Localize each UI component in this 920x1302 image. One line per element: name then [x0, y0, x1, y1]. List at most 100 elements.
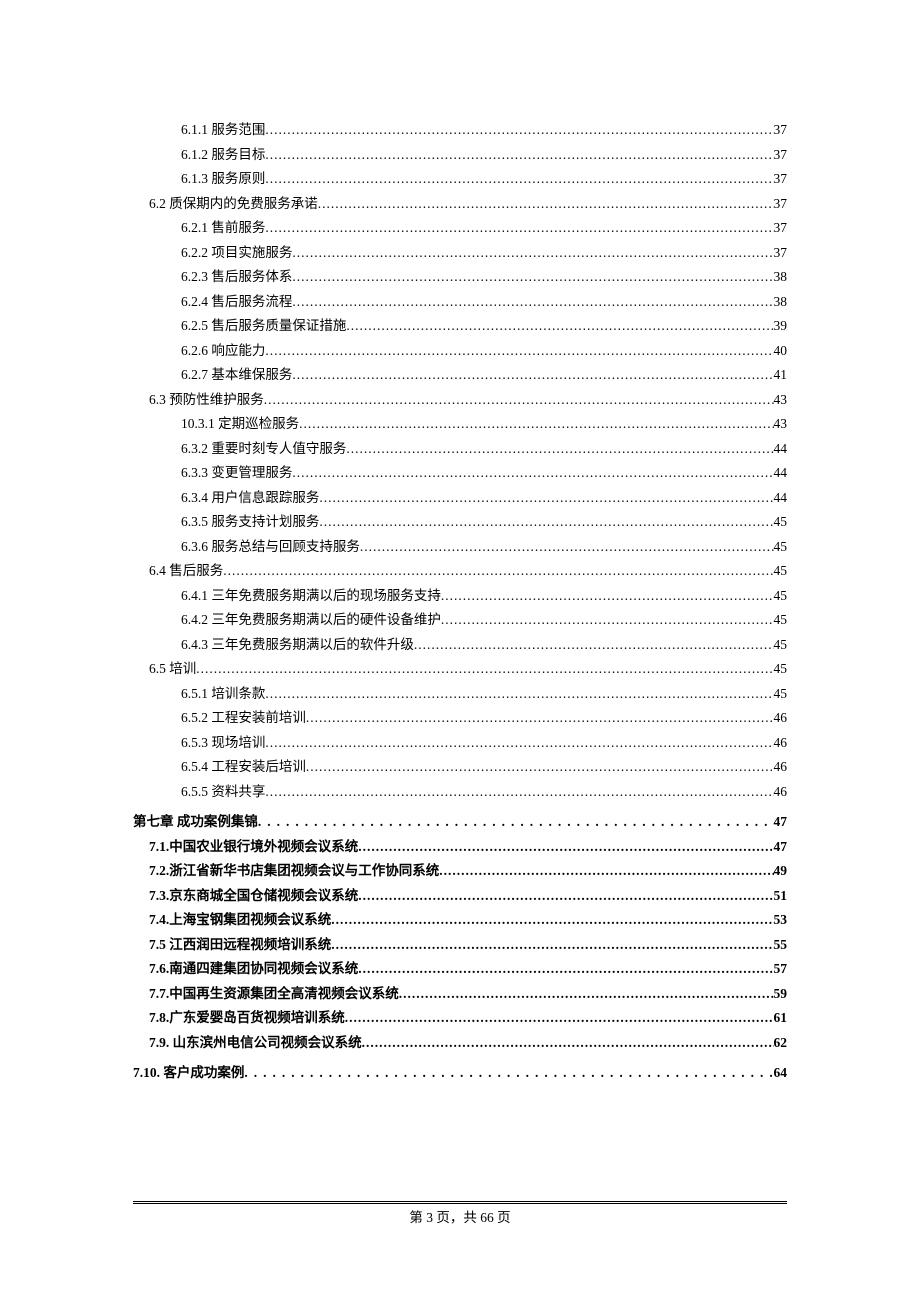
toc-label: 6.3.6 服务总结与回顾支持服务	[181, 535, 360, 560]
toc-page-number: 44	[774, 437, 788, 462]
toc-entry[interactable]: 7.6.南通四建集团协同视频会议系统 .....................…	[133, 957, 787, 982]
toc-label: 6.1.2 服务目标	[181, 143, 265, 168]
toc-page-number: 46	[774, 755, 788, 780]
toc-page-number: 47	[774, 835, 788, 860]
toc-entry[interactable]: 6.2.5 售后服务质量保证措施 .......................…	[133, 314, 787, 339]
toc-entry[interactable]: 6.2 质保期内的免费服务承诺 ........................…	[133, 192, 787, 217]
toc-page-number: 53	[774, 908, 788, 933]
toc-page-number: 41	[774, 363, 788, 388]
toc-entry[interactable]: 6.3.6 服务总结与回顾支持服务 ......................…	[133, 535, 787, 560]
toc-label: 6.4.2 三年免费服务期满以后的硬件设备维护	[181, 608, 441, 633]
toc-page-number: 57	[774, 957, 788, 982]
toc-leader-dots: ........................................…	[292, 290, 773, 315]
toc-entry[interactable]: 7.3.京东商城全国仓储视频会议系统 .....................…	[133, 884, 787, 909]
toc-entry[interactable]: 7.9. 山东滨州电信公司视频会议系统 ....................…	[133, 1031, 787, 1056]
toc-page-number: 64	[774, 1061, 788, 1086]
toc-label: 6.1.1 服务范围	[181, 118, 265, 143]
toc-leader-dots: ........................................…	[331, 908, 773, 933]
toc-label: 6.5.5 资料共享	[181, 780, 265, 805]
toc-entry[interactable]: 6.1.2 服务目标 .............................…	[133, 143, 787, 168]
toc-entry[interactable]: 6.4 售后服务 ...............................…	[133, 559, 787, 584]
toc-leader-dots: ........................................…	[399, 982, 774, 1007]
toc-entry[interactable]: 第七章 成功案例集锦 .............................…	[133, 810, 787, 835]
toc-entry[interactable]: 7.1.中国农业银行境外视频会议系统 .....................…	[133, 835, 787, 860]
toc-entry[interactable]: 6.5.3 现场培训 .............................…	[133, 731, 787, 756]
toc-label: 7.5 江西润田远程视频培训系统	[149, 933, 331, 958]
toc-entry[interactable]: 6.5.4 工程安装后培训 ..........................…	[133, 755, 787, 780]
toc-page-number: 55	[774, 933, 788, 958]
toc-entry[interactable]: 6.4.3 三年免费服务期满以后的软件升级 ..................…	[133, 633, 787, 658]
toc-leader-dots: ........................................…	[345, 1006, 774, 1031]
toc-entry[interactable]: 7.7.中国再生资源集团全高清视频会议系统 ..................…	[133, 982, 787, 1007]
toc-leader-dots: ........................................…	[265, 216, 773, 241]
toc-entry[interactable]: 6.5.2 工程安装前培训 ..........................…	[133, 706, 787, 731]
toc-page-number: 46	[774, 731, 788, 756]
toc-entry[interactable]: 6.5.5 资料共享 .............................…	[133, 780, 787, 805]
toc-page-number: 46	[774, 706, 788, 731]
toc-page-number: 49	[774, 859, 788, 884]
toc-page: 6.1.1 服务范围 .............................…	[0, 0, 920, 1086]
toc-leader-dots: ........................................…	[265, 682, 773, 707]
toc-entry[interactable]: 6.4.2 三年免费服务期满以后的硬件设备维护 ................…	[133, 608, 787, 633]
toc-leader-dots: ........................................…	[318, 192, 774, 217]
toc-leader-dots: ........................................…	[358, 884, 773, 909]
toc-leader-dots: ........................................…	[265, 731, 773, 756]
toc-entry[interactable]: 7.10. 客户成功案例 ...........................…	[133, 1061, 787, 1086]
toc-page-number: 46	[774, 780, 788, 805]
toc-leader-dots: ........................................…	[265, 339, 773, 364]
toc-entry[interactable]: 6.2.4 售后服务流程 ...........................…	[133, 290, 787, 315]
toc-leader-dots: ........................................…	[331, 933, 773, 958]
toc-entry[interactable]: 10.3.1 定期巡检服务 ..........................…	[133, 412, 787, 437]
toc-label: 6.2.2 项目实施服务	[181, 241, 292, 266]
toc-label: 6.3.4 用户信息跟踪服务	[181, 486, 319, 511]
toc-page-number: 45	[774, 657, 788, 682]
toc-leader-dots: ........................................…	[265, 780, 773, 805]
toc-leader-dots: ........................................…	[265, 167, 773, 192]
toc-page-number: 37	[774, 143, 788, 168]
toc-entry[interactable]: 6.3.5 服务支持计划服务 .........................…	[133, 510, 787, 535]
toc-leader-dots: ........................................…	[265, 118, 773, 143]
toc-leader-dots: ........................................…	[414, 633, 774, 658]
toc-label: 6.2.7 基本维保服务	[181, 363, 292, 388]
toc-label: 6.3.5 服务支持计划服务	[181, 510, 319, 535]
toc-page-number: 45	[774, 608, 788, 633]
toc-entry[interactable]: 6.2.6 响应能力 .............................…	[133, 339, 787, 364]
toc-entry[interactable]: 6.3.3 变更管理服务 ...........................…	[133, 461, 787, 486]
toc-leader-dots: ........................................…	[439, 859, 773, 884]
toc-page-number: 45	[774, 682, 788, 707]
toc-page-number: 51	[774, 884, 788, 909]
toc-label: 6.2.5 售后服务质量保证措施	[181, 314, 346, 339]
toc-entry[interactable]: 7.4.上海宝钢集团视频会议系统 .......................…	[133, 908, 787, 933]
toc-entry[interactable]: 6.3.2 重要时刻专人值守服务 .......................…	[133, 437, 787, 462]
toc-leader-dots: ........................................…	[265, 143, 773, 168]
toc-leader-dots: ........................................…	[244, 1061, 773, 1086]
toc-leader-dots: ........................................…	[292, 461, 773, 486]
toc-label: 6.3.3 变更管理服务	[181, 461, 292, 486]
toc-entry[interactable]: 6.2.3 售后服务体系 ...........................…	[133, 265, 787, 290]
toc-leader-dots: ........................................…	[306, 755, 774, 780]
toc-entry[interactable]: 7.8.广东爱婴岛百货视频培训系统 ......................…	[133, 1006, 787, 1031]
toc-label: 7.10. 客户成功案例	[133, 1061, 244, 1086]
toc-label: 7.3.京东商城全国仓储视频会议系统	[149, 884, 358, 909]
toc-leader-dots: ........................................…	[360, 535, 774, 560]
toc-leader-dots: ........................................…	[319, 510, 773, 535]
toc-entry[interactable]: 6.1.3 服务原则 .............................…	[133, 167, 787, 192]
toc-label: 7.6.南通四建集团协同视频会议系统	[149, 957, 358, 982]
toc-entry[interactable]: 6.5.1 培训条款 .............................…	[133, 682, 787, 707]
toc-entry[interactable]: 6.2.7 基本维保服务 ...........................…	[133, 363, 787, 388]
toc-page-number: 37	[774, 167, 788, 192]
toc-entry[interactable]: 7.5 江西润田远程视频培训系统 .......................…	[133, 933, 787, 958]
toc-entry[interactable]: 6.4.1 三年免费服务期满以后的现场服务支持 ................…	[133, 584, 787, 609]
toc-entry[interactable]: 7.2.浙江省新华书店集团视频会议与工作协同系统 ...............…	[133, 859, 787, 884]
toc-entry[interactable]: 6.2.1 售前服务 .............................…	[133, 216, 787, 241]
toc-page-number: 59	[774, 982, 788, 1007]
toc-page-number: 62	[774, 1031, 788, 1056]
toc-label: 6.5.1 培训条款	[181, 682, 265, 707]
toc-entry[interactable]: 6.3.4 用户信息跟踪服务 .........................…	[133, 486, 787, 511]
toc-page-number: 39	[774, 314, 788, 339]
toc-entry[interactable]: 6.2.2 项目实施服务 ...........................…	[133, 241, 787, 266]
toc-entry[interactable]: 6.3 预防性维护服务 ............................…	[133, 388, 787, 413]
toc-entry[interactable]: 6.1.1 服务范围 .............................…	[133, 118, 787, 143]
toc-leader-dots: ........................................…	[362, 1031, 774, 1056]
toc-entry[interactable]: 6.5 培训 .................................…	[133, 657, 787, 682]
